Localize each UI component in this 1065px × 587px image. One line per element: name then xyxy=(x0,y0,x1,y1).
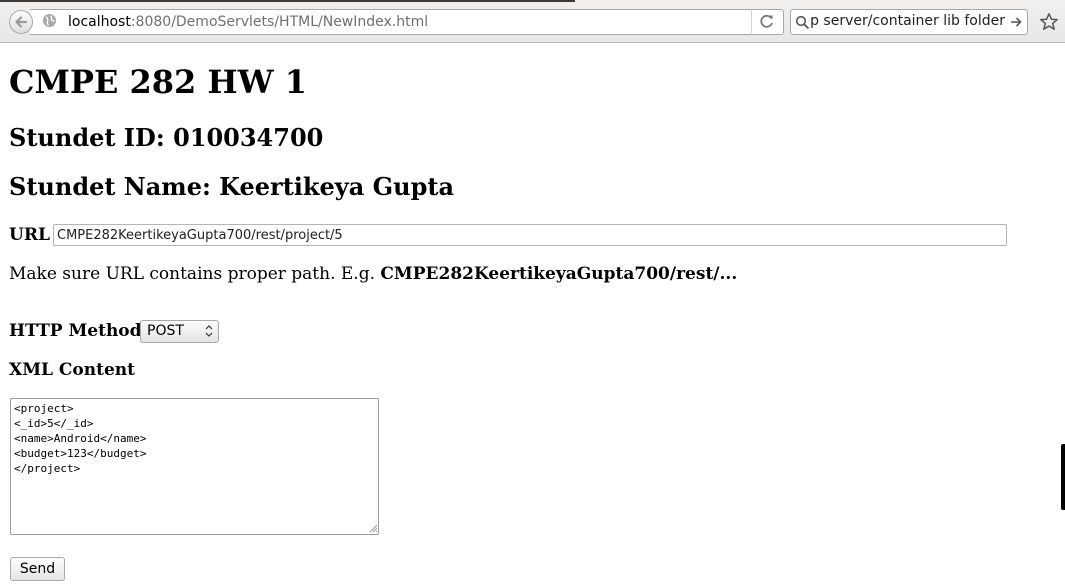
send-button[interactable]: Send xyxy=(10,557,65,581)
back-button[interactable] xyxy=(9,10,33,34)
browser-toolbar: localhost:8080/DemoServlets/HTML/NewInde… xyxy=(0,0,1065,43)
http-method-select[interactable]: POST xyxy=(140,320,219,343)
reload-icon[interactable] xyxy=(758,12,776,30)
bookmark-star-icon[interactable] xyxy=(1039,12,1059,32)
student-name-heading: Stundet Name: Keertikeya Gupta xyxy=(9,172,455,201)
search-input[interactable]: p server/container lib folder. xyxy=(809,13,1005,29)
search-icon xyxy=(795,15,810,30)
address-separator xyxy=(751,11,752,33)
window-topline xyxy=(0,0,575,2)
url-text[interactable]: localhost:8080/DemoServlets/HTML/NewInde… xyxy=(68,14,428,30)
globe-icon xyxy=(42,13,57,28)
xml-content-textarea[interactable]: <project> <_id>5</_id> <name>Android</na… xyxy=(10,398,379,535)
url-host: localhost xyxy=(68,14,131,30)
scrollbar-thumb[interactable] xyxy=(1061,444,1065,510)
http-method-value: POST xyxy=(147,323,184,339)
page-title: CMPE 282 HW 1 xyxy=(9,63,307,101)
search-go-icon[interactable] xyxy=(1009,15,1023,29)
hint-text: Make sure URL contains proper path. E.g. xyxy=(9,264,381,284)
hint-example: CMPE282KeertikeyaGupta700/rest/... xyxy=(380,264,738,284)
back-arrow-icon xyxy=(15,16,28,28)
search-bar[interactable]: p server/container lib folder. xyxy=(790,9,1028,35)
xml-content-label: XML Content xyxy=(9,360,135,380)
url-input[interactable] xyxy=(53,224,1007,246)
resize-grip-icon[interactable] xyxy=(368,523,378,533)
http-method-label: HTTP Method xyxy=(9,321,142,341)
student-id-heading: Stundet ID: 010034700 xyxy=(9,123,324,152)
url-path: :8080/DemoServlets/HTML/NewIndex.html xyxy=(130,14,429,30)
url-label: URL xyxy=(9,225,50,245)
select-arrows-icon xyxy=(205,325,213,337)
url-hint: Make sure URL contains proper path. E.g.… xyxy=(9,264,737,284)
